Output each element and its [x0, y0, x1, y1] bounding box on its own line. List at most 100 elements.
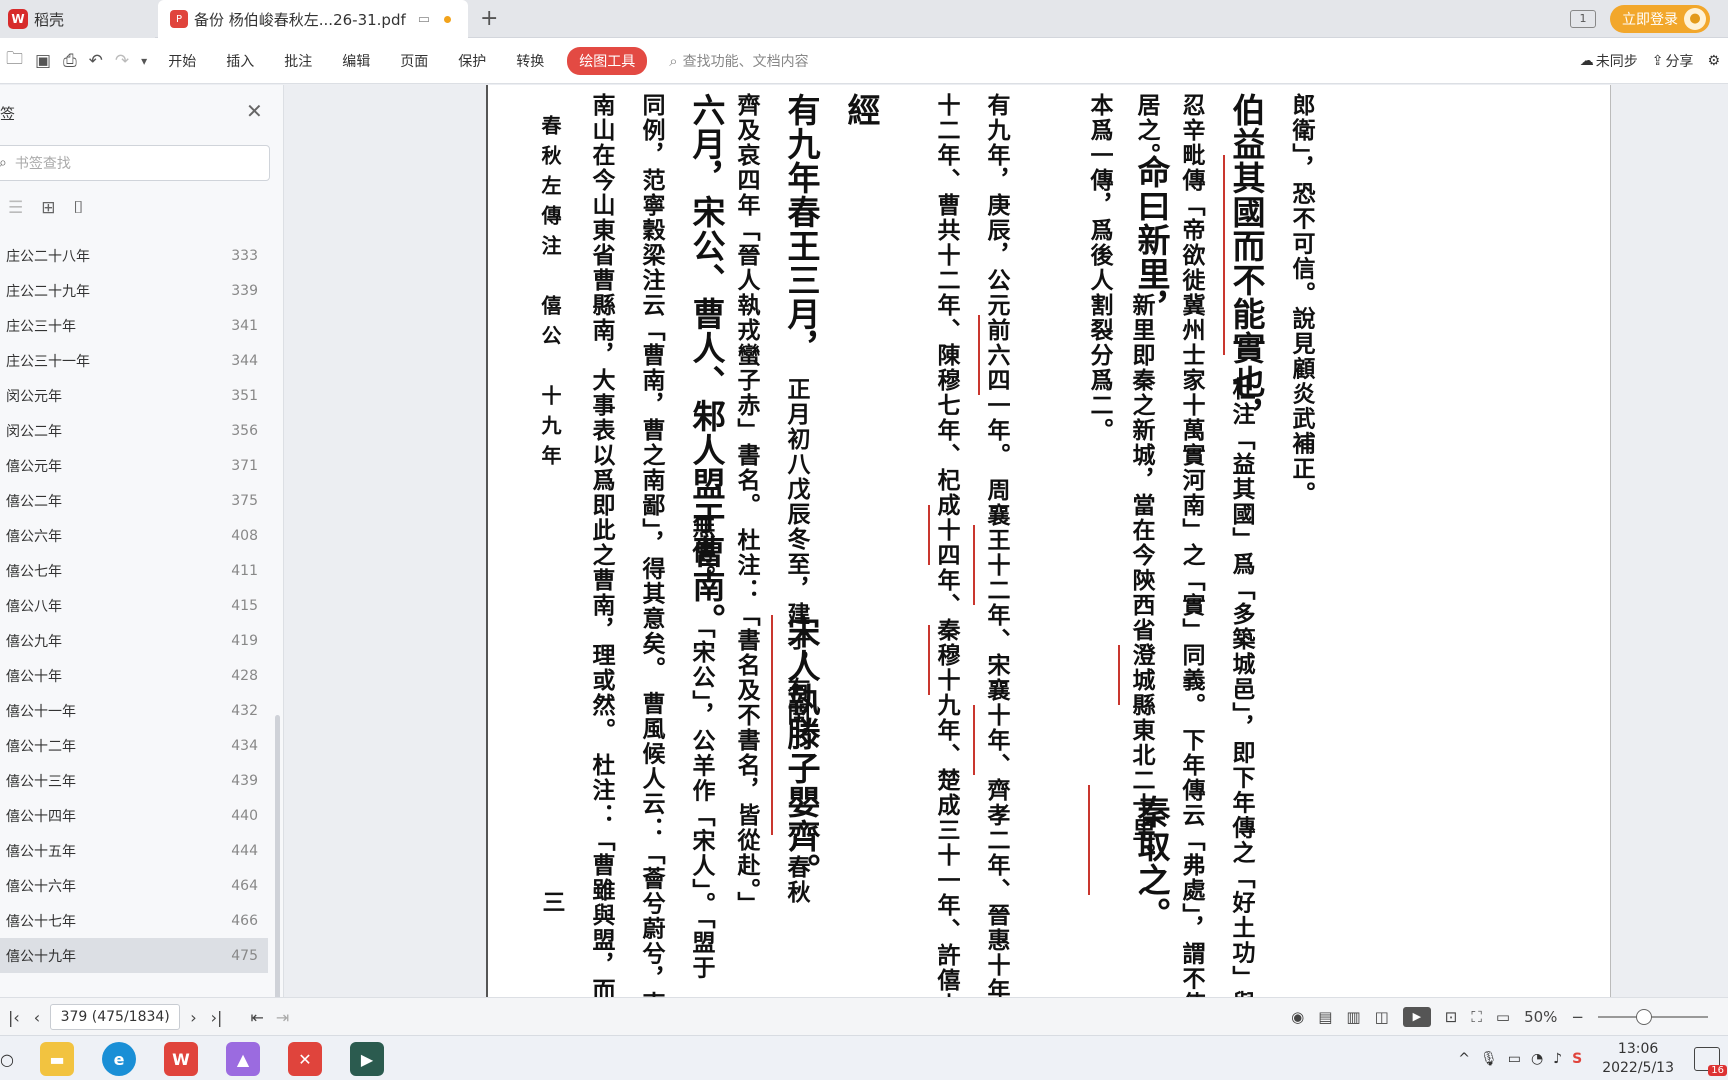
menu-start[interactable]: 开始: [168, 51, 196, 71]
zoom-slider-knob[interactable]: [1636, 1009, 1652, 1025]
bookmark-item[interactable]: 庄公三十年 341: [0, 308, 268, 343]
menu-page[interactable]: 页面: [400, 51, 428, 71]
wifi-icon[interactable]: ◔: [1531, 1051, 1543, 1067]
first-page-icon[interactable]: |‹: [8, 1008, 20, 1027]
bookmark-item[interactable]: 僖公十七年 466: [0, 903, 268, 938]
bookmark-item[interactable]: 僖公十一年 432: [0, 693, 268, 728]
bookmark-item[interactable]: 僖公十九年 475: [0, 938, 268, 973]
bookmark-item[interactable]: 僖公十三年 439: [0, 763, 268, 798]
tab-document[interactable]: P 备份 杨伯峻春秋左...26-31.pdf ▭: [158, 0, 468, 38]
system-clock[interactable]: 13:06 2022/5/13: [1602, 1040, 1674, 1078]
monitor-icon[interactable]: ▭: [418, 12, 430, 27]
page-number-field[interactable]: 379 (475/1834): [50, 1004, 181, 1030]
open-icon[interactable]: 🗀: [6, 46, 23, 75]
tray-chevron-icon[interactable]: ^: [1458, 1051, 1470, 1067]
bookmark-item[interactable]: 僖公九年 419: [0, 623, 268, 658]
microphone-icon[interactable]: 🎙: [1480, 1051, 1498, 1067]
back-icon[interactable]: ⇤: [250, 1008, 263, 1027]
print-icon[interactable]: ⎙: [63, 51, 77, 71]
cloud-sync-icon[interactable]: ☁: [1580, 53, 1594, 69]
tab-home[interactable]: W 稻壳: [0, 0, 155, 38]
taskbar-app-icon[interactable]: ▲: [226, 1042, 260, 1076]
battery-icon[interactable]: ▭: [1508, 1051, 1521, 1067]
taskbar-start-icon[interactable]: ○: [0, 1042, 24, 1076]
taskbar-edge-icon[interactable]: e: [102, 1042, 136, 1076]
sogou-ime-icon[interactable]: S: [1572, 1051, 1582, 1067]
bookmark-search-input[interactable]: ⌕ 书签查找: [0, 145, 270, 181]
close-icon[interactable]: ✕: [246, 99, 263, 123]
play-icon[interactable]: ▶: [1402, 1007, 1431, 1027]
unsaved-dot-icon: [444, 15, 452, 23]
menu-convert[interactable]: 转换: [516, 51, 544, 71]
bookmark-page: 428: [231, 667, 258, 684]
notification-icon[interactable]: 16: [1694, 1046, 1727, 1076]
share-button[interactable]: 分享: [1665, 51, 1693, 71]
taskbar-terminal-icon[interactable]: ▶: [350, 1042, 384, 1076]
menu-annotate[interactable]: 批注: [284, 51, 312, 71]
text-column: 經: [842, 93, 881, 127]
new-tab-button[interactable]: +: [480, 6, 498, 31]
more-icon[interactable]: ▾: [141, 54, 147, 68]
bookmark-page: 432: [231, 702, 258, 719]
menu-protect[interactable]: 保护: [458, 51, 486, 71]
two-page-icon[interactable]: ◫: [1375, 1008, 1389, 1026]
bookmark-item[interactable]: 僖公元年 371: [0, 448, 268, 483]
bookmark-item[interactable]: 僖公六年 408: [0, 518, 268, 553]
feature-search[interactable]: ⌕ 查找功能、文档内容: [669, 51, 808, 71]
bookmark-page: 351: [231, 387, 258, 404]
save-icon[interactable]: ▣: [35, 51, 51, 71]
add-bookmark-icon[interactable]: ⊞: [41, 198, 55, 218]
bookmark-label: 僖公十五年: [6, 843, 76, 860]
bookmark-item[interactable]: 庄公二十八年 333: [0, 238, 268, 273]
last-page-icon[interactable]: ›|: [211, 1008, 223, 1027]
bookmark-item[interactable]: 闵公元年 351: [0, 378, 268, 413]
window-count-indicator[interactable]: 1: [1570, 10, 1596, 28]
menu-insert[interactable]: 插入: [226, 51, 254, 71]
wps-logo-icon: W: [8, 9, 28, 29]
bookmark-item[interactable]: 僖公十五年 444: [0, 833, 268, 868]
volume-icon[interactable]: ♪: [1553, 1051, 1562, 1067]
bookmark-item[interactable]: 闵公二年 356: [0, 413, 268, 448]
prev-page-icon[interactable]: ‹: [34, 1008, 40, 1027]
clock-date: 2022/5/13: [1602, 1059, 1674, 1076]
undo-icon[interactable]: ↶: [89, 51, 103, 71]
login-button[interactable]: 立即登录 ●: [1610, 5, 1710, 33]
bookmark-item[interactable]: 僖公十四年 440: [0, 798, 268, 833]
bookmark-item[interactable]: 僖公十六年 464: [0, 868, 268, 903]
expand-bookmarks-icon[interactable]: ☰: [8, 198, 23, 218]
bookmark-item[interactable]: 僖公七年 411: [0, 553, 268, 588]
sync-status[interactable]: 未同步: [1596, 51, 1638, 71]
text-column: 忍辛毗傳「帝欲徙冀州士家十萬實河南」之「實」同義。 下年傳云「弗處」，謂不使民居…: [1178, 93, 1205, 997]
bookmark-icon[interactable]: ⌷: [74, 198, 84, 218]
zoom-slider[interactable]: [1598, 1009, 1708, 1025]
bookmark-item[interactable]: 僖公十二年 434: [0, 728, 268, 763]
forward-icon[interactable]: ⇥: [276, 1008, 289, 1027]
fit-page-icon[interactable]: ⛶: [1471, 1008, 1482, 1026]
redo-icon[interactable]: ↷: [115, 51, 129, 71]
zoom-out-icon[interactable]: −: [1571, 1008, 1584, 1026]
eye-protection-icon[interactable]: ◉: [1291, 1008, 1304, 1026]
taskbar-wps-icon[interactable]: W: [164, 1042, 198, 1076]
taskbar-file-explorer-icon[interactable]: ▬: [40, 1042, 74, 1076]
text-column: 無傳。: [688, 515, 715, 590]
status-bar: |‹ ‹ 379 (475/1834) › ›| ⇤ ⇥ ◉ ▤ ▥ ◫ ▶ ⊡…: [0, 997, 1728, 1035]
bookmark-item[interactable]: 庄公二十九年 339: [0, 273, 268, 308]
zoom-level[interactable]: 50%: [1524, 1008, 1557, 1026]
bookmark-item[interactable]: 僖公十年 428: [0, 658, 268, 693]
taskbar-xmind-icon[interactable]: ✕: [288, 1042, 322, 1076]
bookmark-label: 僖公元年: [6, 458, 62, 475]
menu-edit[interactable]: 编辑: [342, 51, 370, 71]
menu-drawing-tools[interactable]: 绘图工具: [567, 46, 648, 75]
share-icon[interactable]: ⇪: [1652, 53, 1664, 69]
continuous-page-icon[interactable]: ▥: [1346, 1008, 1360, 1026]
bookmark-item[interactable]: 僖公二年 375: [0, 483, 268, 518]
single-page-icon[interactable]: ▤: [1318, 1008, 1332, 1026]
avatar-icon: ●: [1684, 8, 1706, 30]
actual-size-icon[interactable]: ⊡: [1445, 1008, 1458, 1026]
settings-icon[interactable]: ⚙: [1707, 53, 1720, 69]
fit-width-icon[interactable]: ▭: [1496, 1008, 1510, 1026]
bookmark-item[interactable]: 庄公三十一年 344: [0, 343, 268, 378]
bookmark-label: 僖公七年: [6, 563, 62, 580]
next-page-icon[interactable]: ›: [190, 1008, 196, 1027]
bookmark-item[interactable]: 僖公八年 415: [0, 588, 268, 623]
